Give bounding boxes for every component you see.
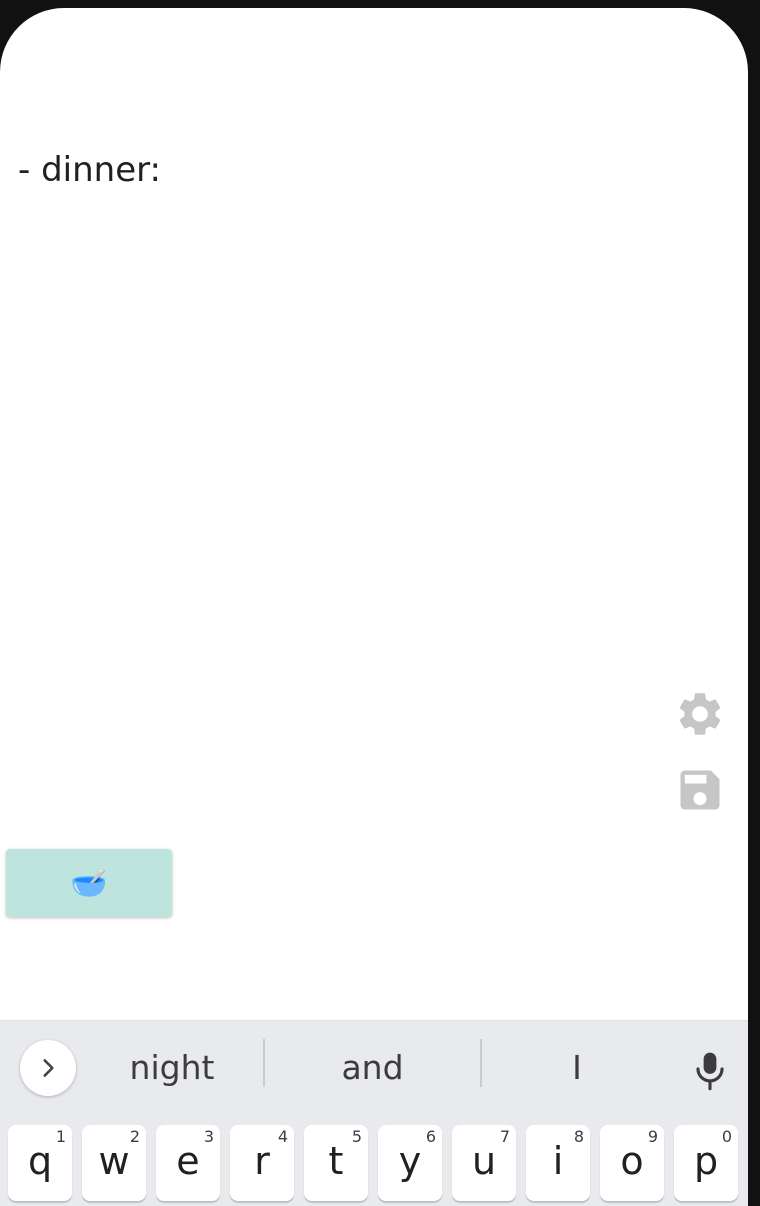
chevron-right-icon [43, 1059, 54, 1077]
note-text[interactable]: - dinner: [18, 150, 161, 190]
voice-input-button[interactable] [686, 1047, 734, 1095]
suggestion-1[interactable]: night [80, 1039, 264, 1095]
key-o[interactable]: o 9 [600, 1125, 664, 1201]
key-hint: 8 [573, 1127, 584, 1146]
key-y[interactable]: y 6 [378, 1125, 442, 1201]
key-hint: 4 [277, 1127, 288, 1146]
suggestion-2[interactable]: and [264, 1039, 481, 1095]
key-hint: 2 [129, 1127, 140, 1146]
key-hint: 7 [499, 1127, 510, 1146]
soft-keyboard: night and I q 1 w 2 e 3 r 4 t 5 y 6 u 7 … [0, 1020, 748, 1206]
key-hint: 6 [425, 1127, 436, 1146]
suggestion-bar: night and I [0, 1021, 748, 1111]
key-u[interactable]: u 7 [452, 1125, 516, 1201]
key-t[interactable]: t 5 [304, 1125, 368, 1201]
bowl-emoji: 🥣 [70, 865, 108, 901]
key-hint: 0 [721, 1127, 732, 1146]
emoji-button[interactable]: 🥣 [6, 849, 172, 917]
key-e[interactable]: e 3 [156, 1125, 220, 1201]
gear-icon[interactable] [674, 688, 726, 740]
key-r[interactable]: r 4 [230, 1125, 294, 1201]
key-hint: 3 [203, 1127, 214, 1146]
app-screen: - dinner: 🥣 night and I q 1 w 2 e 3 r 4 … [0, 8, 748, 1206]
key-w[interactable]: w 2 [82, 1125, 146, 1201]
key-hint: 9 [647, 1127, 658, 1146]
key-q[interactable]: q 1 [8, 1125, 72, 1201]
expand-toolbar-button[interactable] [20, 1040, 76, 1096]
key-hint: 1 [55, 1127, 66, 1146]
microphone-icon [696, 1052, 724, 1091]
key-hint: 5 [351, 1127, 362, 1146]
key-i[interactable]: i 8 [526, 1125, 590, 1201]
key-p[interactable]: p 0 [674, 1125, 738, 1201]
floppy-disk-icon[interactable] [674, 764, 726, 816]
suggestion-3[interactable]: I [481, 1039, 673, 1095]
